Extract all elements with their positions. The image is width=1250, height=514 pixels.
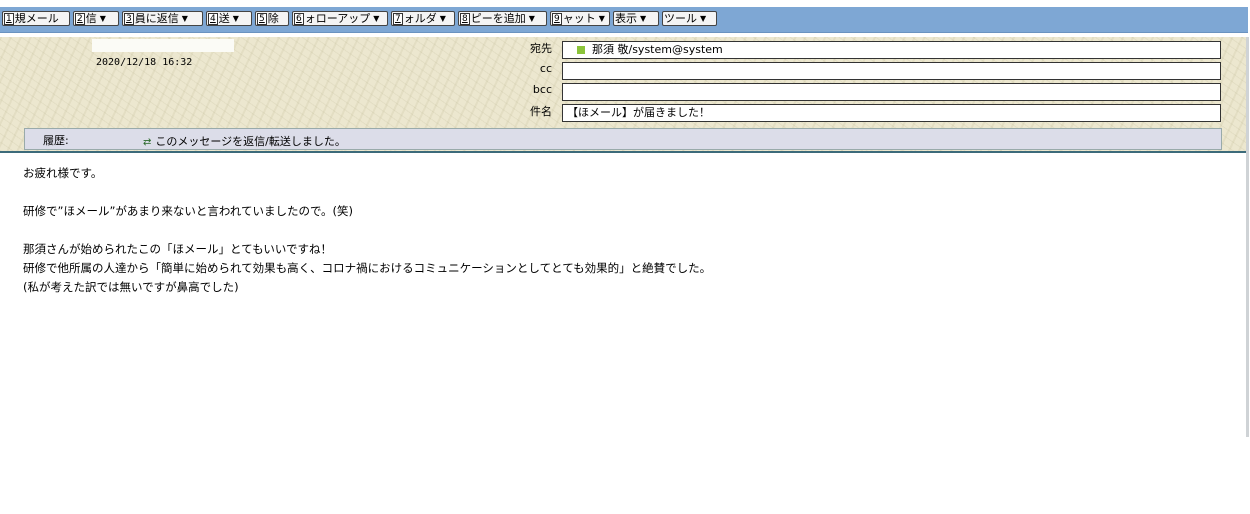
reply-forward-icon: ⇄: [143, 137, 152, 148]
button-label: 規メール: [14, 12, 59, 25]
view-menu-button[interactable]: 表示 ▼: [613, 11, 659, 26]
button-label: ツール: [664, 12, 697, 25]
button-label: ォローアップ: [304, 12, 371, 25]
tools-menu-button[interactable]: ツール ▼: [662, 11, 717, 26]
body-line: 研修で他所属の人達から「簡単に始められて効果も高く、コロナ禍におけるコミュニケー…: [23, 261, 712, 275]
body-line: (私が考えた訳では無いですが鼻高でした): [23, 280, 239, 294]
bcc-field[interactable]: [562, 83, 1221, 101]
dropdown-arrow-icon[interactable]: ▼: [700, 12, 706, 25]
reply-all-button[interactable]: 3 員に返信 ▼: [122, 11, 203, 26]
button-label: ォルダ: [403, 12, 437, 25]
header-divider: [0, 151, 1248, 153]
history-bar: 履歴: ⇄ このメッセージを返信/転送しました。: [24, 128, 1222, 150]
body-line: [23, 221, 711, 240]
to-value: 那須 敬/system@system: [592, 43, 723, 56]
folder-button[interactable]: 7 ォルダ ▼: [391, 11, 455, 26]
button-label: 員に返信: [134, 12, 179, 25]
shortcut-key: 1: [4, 12, 14, 25]
forward-button[interactable]: 4 送 ▼: [206, 11, 252, 26]
shortcut-key: 9: [552, 12, 562, 25]
body-line: 那須さんが始められたこの「ほメール」とてもいいですね！: [23, 242, 333, 256]
dropdown-arrow-icon[interactable]: ▼: [440, 12, 446, 25]
history-label: 履歴:: [43, 134, 69, 147]
dropdown-arrow-icon[interactable]: ▼: [182, 12, 188, 25]
button-label: ャット: [562, 12, 596, 25]
message-header: 2020/12/18 16:32 宛先 那須 敬/system@system c…: [0, 37, 1248, 151]
bcc-label: bcc: [532, 83, 552, 96]
button-label: 除: [267, 12, 279, 25]
button-label: 送: [218, 12, 230, 25]
button-label: 表示: [615, 12, 637, 25]
shortcut-key: 5: [257, 12, 267, 25]
add-copy-button[interactable]: 8 ピーを追加 ▼: [458, 11, 547, 26]
body-line: 研修で”ほメール”があまり来ないと言われていましたので。(笑): [23, 204, 354, 218]
shortcut-key: 8: [460, 12, 470, 25]
button-label: ピーを追加: [470, 12, 526, 25]
dropdown-arrow-icon[interactable]: ▼: [529, 12, 535, 25]
chat-button[interactable]: 9 ャット ▼: [550, 11, 610, 26]
shortcut-key: 2: [75, 12, 85, 25]
reply-button[interactable]: 2 信 ▼: [73, 11, 119, 26]
cc-field[interactable]: [562, 62, 1221, 80]
dropdown-arrow-icon[interactable]: ▼: [640, 12, 646, 25]
dropdown-arrow-icon[interactable]: ▼: [599, 12, 605, 25]
scrollbar[interactable]: [1246, 37, 1249, 437]
recipient-status-icon: [577, 46, 585, 54]
message-body: お疲れ様です。 研修で”ほメール”があまり来ないと言われていましたので。(笑) …: [23, 164, 711, 297]
cc-label: cc: [539, 62, 552, 75]
toolbar: 1 規メール 2 信 ▼ 3 員に返信 ▼ 4 送 ▼ 5除 6 ォローアップ ▼ 7 ォルダ ▼ 8…: [0, 7, 1248, 33]
button-label: 信: [85, 12, 97, 25]
body-line: お疲れ様です。: [23, 166, 103, 180]
delete-button[interactable]: 5除: [255, 11, 289, 26]
shortcut-key: 6: [294, 12, 304, 25]
dropdown-arrow-icon[interactable]: ▼: [100, 12, 106, 25]
history-text: このメッセージを返信/転送しました。: [155, 135, 346, 148]
dropdown-arrow-icon[interactable]: ▼: [373, 12, 379, 25]
new-mail-button[interactable]: 1 規メール: [2, 11, 70, 26]
sender-name: [92, 39, 234, 52]
dropdown-arrow-icon[interactable]: ▼: [233, 12, 239, 25]
to-field[interactable]: 那須 敬/system@system: [562, 41, 1221, 59]
subject-label: 件名: [530, 105, 552, 118]
body-line: [23, 183, 711, 202]
sent-date: 2020/12/18 16:32: [96, 57, 193, 68]
follow-up-button[interactable]: 6 ォローアップ ▼: [292, 11, 388, 26]
shortcut-key: 7: [393, 12, 403, 25]
subject-value: 【ほメール】が届きました！: [567, 106, 710, 119]
history-message: ⇄ このメッセージを返信/転送しました。: [143, 133, 346, 149]
shortcut-key: 4: [208, 12, 218, 25]
subject-field[interactable]: 【ほメール】が届きました！: [562, 104, 1221, 122]
to-label: 宛先: [530, 42, 552, 55]
shortcut-key: 3: [124, 12, 134, 25]
